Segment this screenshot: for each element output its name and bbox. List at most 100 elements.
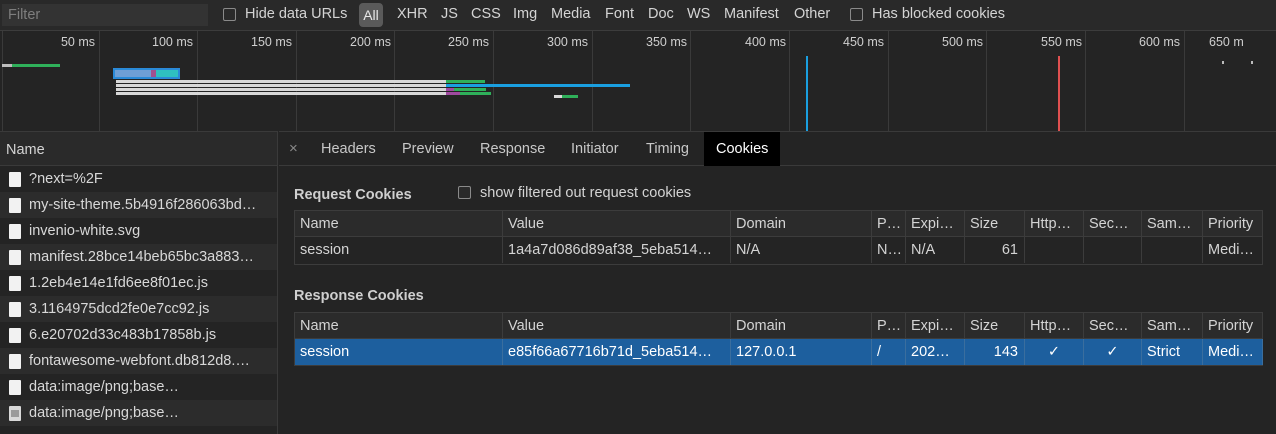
column-header-httponly[interactable]: Http… xyxy=(1025,211,1084,237)
document-icon xyxy=(9,224,21,239)
document-icon xyxy=(9,198,21,213)
request-row[interactable]: ?next=%2F xyxy=(0,166,277,192)
request-name: invenio-white.svg xyxy=(29,223,141,239)
timeline-gridline xyxy=(1184,31,1185,131)
tab-timing[interactable]: Timing xyxy=(646,132,689,166)
request-row[interactable]: 3.1164975dcd2fe0e7cc92.js xyxy=(0,296,277,322)
timeline-gridline xyxy=(1085,31,1086,131)
timeline-tick-label: 100 ms xyxy=(152,35,193,49)
timeline-tick-label: 50 ms xyxy=(60,35,95,49)
cookie-secure xyxy=(1084,237,1142,263)
timeline-tick-label: 450 ms xyxy=(843,35,884,49)
timeline-marker xyxy=(1251,61,1253,64)
cookie-expires: 202… xyxy=(906,339,965,365)
column-header-path[interactable]: P… xyxy=(872,313,906,339)
cookie-httponly-check-icon: ✓ xyxy=(1025,339,1084,365)
column-header-samesite[interactable]: Sam… xyxy=(1142,313,1203,339)
tab-response[interactable]: Response xyxy=(480,132,545,166)
cookie-samesite: Strict xyxy=(1142,339,1203,365)
column-header-value[interactable]: Value xyxy=(503,211,731,237)
timeline-tick-label: 350 ms xyxy=(646,35,687,49)
column-header-path[interactable]: P… xyxy=(872,211,906,237)
has-blocked-cookies-checkbox[interactable] xyxy=(850,8,863,21)
name-column-header[interactable]: Name xyxy=(0,131,277,166)
hide-data-urls-checkbox[interactable] xyxy=(223,8,236,21)
timeline-bar-receive xyxy=(460,92,491,95)
document-icon xyxy=(9,302,21,317)
column-header-priority[interactable]: Priority xyxy=(1203,313,1263,339)
request-cookies-table: Name Value Domain P… Expi… Size Http… Se… xyxy=(294,210,1263,265)
column-header-samesite[interactable]: Sam… xyxy=(1142,211,1203,237)
cookie-name: session xyxy=(295,339,503,365)
column-header-secure[interactable]: Sec… xyxy=(1084,313,1142,339)
column-header-secure[interactable]: Sec… xyxy=(1084,211,1142,237)
type-filter-all[interactable]: All xyxy=(359,3,383,27)
show-filtered-cookies-label: show filtered out request cookies xyxy=(480,185,692,201)
timeline-bar-waiting xyxy=(116,88,446,91)
column-header-value[interactable]: Value xyxy=(503,313,731,339)
show-filtered-cookies-checkbox[interactable] xyxy=(458,186,471,199)
image-icon xyxy=(9,406,21,421)
column-header-expires[interactable]: Expi… xyxy=(906,211,965,237)
column-header-size[interactable]: Size xyxy=(965,211,1025,237)
timeline-bar-receive xyxy=(562,95,578,98)
request-row[interactable]: 1.2eb4e14e1fd6ee8f01ec.js xyxy=(0,270,277,296)
close-icon[interactable]: × xyxy=(289,140,298,157)
timeline-bar-receive xyxy=(12,64,60,67)
table-header-row: Name Value Domain P… Expi… Size Http… Se… xyxy=(295,211,1262,237)
timeline-tick-label: 300 ms xyxy=(547,35,588,49)
cookie-expires: N/A xyxy=(906,237,965,263)
type-filter-media[interactable]: Media xyxy=(551,6,591,22)
type-filter-doc[interactable]: Doc xyxy=(648,6,674,22)
cookie-samesite xyxy=(1142,237,1203,263)
type-filter-manifest[interactable]: Manifest xyxy=(724,6,779,22)
type-filter-img[interactable]: Img xyxy=(513,6,537,22)
request-name: manifest.28bce14beb65bc3a883… xyxy=(29,249,254,265)
type-filter-ws[interactable]: WS xyxy=(687,6,710,22)
request-row[interactable]: manifest.28bce14beb65bc3a883… xyxy=(0,244,277,270)
timeline-bar-waiting xyxy=(116,92,446,95)
timeline-gridline xyxy=(888,31,889,131)
tab-cookies[interactable]: Cookies xyxy=(704,132,781,166)
column-header-expires[interactable]: Expi… xyxy=(906,313,965,339)
timeline-overview[interactable]: 50 ms 100 ms 150 ms 200 ms 250 ms 300 ms… xyxy=(0,31,1276,131)
timeline-gridline xyxy=(986,31,987,131)
request-row[interactable]: data:image/png;base… xyxy=(0,400,277,426)
tab-preview[interactable]: Preview xyxy=(402,132,454,166)
column-header-priority[interactable]: Priority xyxy=(1203,211,1263,237)
column-header-size[interactable]: Size xyxy=(965,313,1025,339)
column-header-domain[interactable]: Domain xyxy=(731,313,872,339)
tab-initiator[interactable]: Initiator xyxy=(571,132,619,166)
timeline-bar-selected-receive xyxy=(156,70,178,77)
request-name: my-site-theme.5b4916f286063bd… xyxy=(29,197,257,213)
request-name: data:image/png;base… xyxy=(29,405,179,421)
cookie-path: N… xyxy=(872,237,906,263)
column-header-name[interactable]: Name xyxy=(295,211,503,237)
type-filter-xhr[interactable]: XHR xyxy=(397,6,428,22)
type-filter-js[interactable]: JS xyxy=(441,6,458,22)
tab-headers[interactable]: Headers xyxy=(321,132,376,166)
timeline-bar-waiting xyxy=(2,64,12,67)
timeline-gridline xyxy=(2,31,3,131)
filter-input[interactable] xyxy=(2,4,208,26)
request-row[interactable]: data:image/png;base… xyxy=(0,374,277,400)
request-row[interactable]: 6.e20702d33c483b17858b.js xyxy=(0,322,277,348)
type-filter-other[interactable]: Other xyxy=(794,6,830,22)
request-row[interactable]: fontawesome-webfont.db812d8.… xyxy=(0,348,277,374)
timeline-bar-receive xyxy=(446,80,485,83)
request-name: 1.2eb4e14e1fd6ee8f01ec.js xyxy=(29,275,208,291)
cookie-httponly xyxy=(1025,237,1084,263)
request-row[interactable]: my-site-theme.5b4916f286063bd… xyxy=(0,192,277,218)
request-name: data:image/png;base… xyxy=(29,379,179,395)
timeline-bar-waiting xyxy=(116,80,446,83)
type-filter-font[interactable]: Font xyxy=(605,6,634,22)
cookie-row[interactable]: session 1a4a7d086d89af38_5eba514… N/A N…… xyxy=(295,237,1262,263)
document-icon xyxy=(9,250,21,265)
column-header-httponly[interactable]: Http… xyxy=(1025,313,1084,339)
request-row[interactable]: invenio-white.svg xyxy=(0,218,277,244)
timeline-tick-label: 150 ms xyxy=(251,35,292,49)
cookie-row-selected[interactable]: session e85f66a67716b71d_5eba514… 127.0.… xyxy=(295,339,1263,365)
column-header-name[interactable]: Name xyxy=(295,313,503,339)
column-header-domain[interactable]: Domain xyxy=(731,211,872,237)
type-filter-css[interactable]: CSS xyxy=(471,6,501,22)
